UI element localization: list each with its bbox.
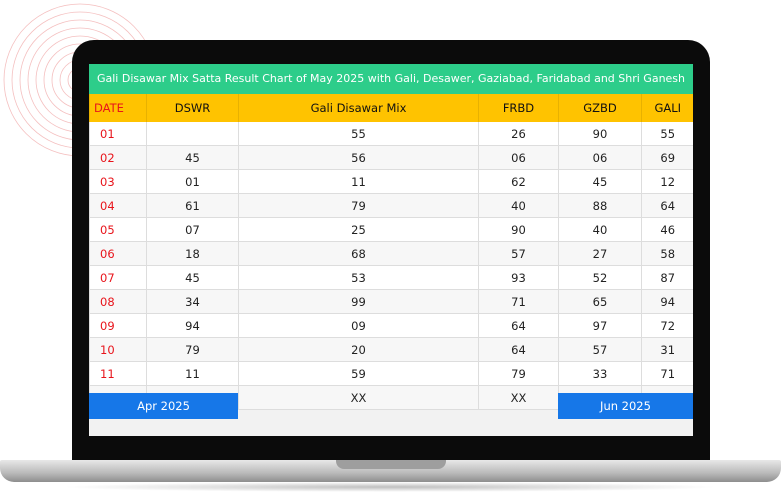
date-cell: 09 [89, 313, 147, 338]
result-cell: 25 [238, 217, 479, 242]
result-cell: 71 [641, 361, 693, 386]
result-cell: 52 [558, 265, 642, 290]
column-header-dswr: DSWR [146, 94, 239, 122]
result-cell: 26 [478, 122, 559, 146]
laptop-shadow [60, 482, 720, 492]
table-row: 07 45 53 93 52 87 [89, 265, 693, 290]
laptop-screen: Gali Disawar Mix Satta Result Chart of M… [89, 64, 693, 436]
result-cell: 57 [558, 337, 642, 362]
date-cell: 05 [89, 217, 147, 242]
result-cell: 65 [558, 289, 642, 314]
result-cell: 59 [238, 361, 479, 386]
result-cell: 69 [641, 145, 693, 170]
table-row: 03 01 11 62 45 12 [89, 169, 693, 194]
result-cell: 64 [641, 193, 693, 218]
result-cell: 55 [641, 122, 693, 146]
result-cell: 94 [641, 289, 693, 314]
result-cell: 06 [558, 145, 642, 170]
result-cell: 94 [146, 313, 239, 338]
result-cell: 40 [478, 193, 559, 218]
result-cell: 72 [641, 313, 693, 338]
table-row: 09 94 09 64 97 72 [89, 313, 693, 338]
date-cell: 04 [89, 193, 147, 218]
date-cell: 07 [89, 265, 147, 290]
result-cell: 53 [238, 265, 479, 290]
laptop-notch [336, 460, 446, 469]
column-header-gali: GALI [641, 94, 693, 122]
next-month-button[interactable]: Jun 2025 [558, 393, 693, 419]
result-cell: 40 [558, 217, 642, 242]
column-header-frbd: FRBD [478, 94, 559, 122]
result-cell: 64 [478, 337, 559, 362]
date-cell: 08 [89, 289, 147, 314]
date-cell: 03 [89, 169, 147, 194]
result-cell: 90 [478, 217, 559, 242]
table-row: 10 79 20 64 57 31 [89, 337, 693, 362]
result-cell: 06 [478, 145, 559, 170]
result-cell: 45 [146, 265, 239, 290]
date-cell: 02 [89, 145, 147, 170]
table-row: 08 34 99 71 65 94 [89, 289, 693, 314]
table-row: 01 55 26 90 55 [89, 122, 693, 146]
result-cell: 12 [641, 169, 693, 194]
result-table: DATE DSWR Gali Disawar Mix FRBD GZBD GAL… [89, 94, 693, 410]
result-cell: 62 [478, 169, 559, 194]
result-cell: 45 [146, 145, 239, 170]
result-cell: 01 [146, 169, 239, 194]
result-cell [146, 122, 239, 146]
result-cell: 58 [641, 241, 693, 266]
table-row: 02 45 56 06 06 69 [89, 145, 693, 170]
prev-month-button[interactable]: Apr 2025 [89, 393, 238, 419]
table-row: 05 07 25 90 40 46 [89, 217, 693, 242]
result-cell: 99 [238, 289, 479, 314]
column-header-date: DATE [89, 94, 147, 122]
result-cell: 07 [146, 217, 239, 242]
result-cell: 64 [478, 313, 559, 338]
result-cell: 88 [558, 193, 642, 218]
table-row: 04 61 79 40 88 64 [89, 193, 693, 218]
result-cell: 31 [641, 337, 693, 362]
table-row: 11 11 59 79 33 71 [89, 361, 693, 386]
result-cell: 56 [238, 145, 479, 170]
date-cell: 10 [89, 337, 147, 362]
result-cell: 68 [238, 241, 479, 266]
table-header-row: DATE DSWR Gali Disawar Mix FRBD GZBD GAL… [89, 94, 693, 122]
result-cell: 55 [238, 122, 479, 146]
result-cell: 27 [558, 241, 642, 266]
result-cell: 33 [558, 361, 642, 386]
result-cell: 93 [478, 265, 559, 290]
month-navigation: Apr 2025 Jun 2025 [89, 393, 693, 419]
result-cell: 18 [146, 241, 239, 266]
result-cell: 90 [558, 122, 642, 146]
result-cell: 87 [641, 265, 693, 290]
result-cell: 45 [558, 169, 642, 194]
result-cell: 79 [238, 193, 479, 218]
date-cell: 01 [89, 122, 147, 146]
column-header-gali-disawar-mix: Gali Disawar Mix [238, 94, 479, 122]
result-cell: 57 [478, 241, 559, 266]
result-cell: 11 [238, 169, 479, 194]
result-cell: 71 [478, 289, 559, 314]
date-cell: 11 [89, 361, 147, 386]
result-cell: 97 [558, 313, 642, 338]
column-header-gzbd: GZBD [558, 94, 642, 122]
date-cell: 06 [89, 241, 147, 266]
result-cell: 11 [146, 361, 239, 386]
result-cell: 46 [641, 217, 693, 242]
result-cell: 79 [478, 361, 559, 386]
table-row: 06 18 68 57 27 58 [89, 241, 693, 266]
result-cell: 61 [146, 193, 239, 218]
result-cell: 09 [238, 313, 479, 338]
chart-title: Gali Disawar Mix Satta Result Chart of M… [89, 64, 693, 94]
result-cell: 79 [146, 337, 239, 362]
result-cell: 34 [146, 289, 239, 314]
result-cell: 20 [238, 337, 479, 362]
